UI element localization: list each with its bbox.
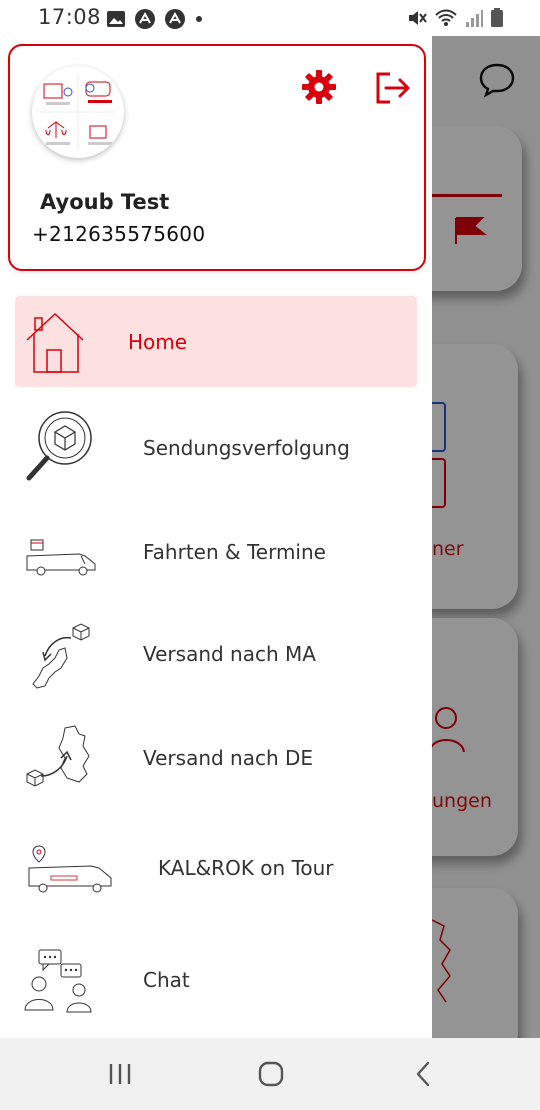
house-icon xyxy=(26,312,84,373)
user-phone: +212635575600 xyxy=(32,222,206,246)
system-nav-bar xyxy=(0,1038,540,1110)
recent-apps-icon[interactable] xyxy=(100,1056,140,1092)
menu-item-chat[interactable]: Chat xyxy=(15,934,417,1025)
gear-icon[interactable] xyxy=(302,70,336,104)
menu-item-versand-ma[interactable]: Versand nach MA xyxy=(15,608,417,699)
truck-location-icon xyxy=(28,845,112,893)
gallery-icon xyxy=(107,11,125,27)
menu-item-label: Chat xyxy=(143,967,190,992)
status-time: 17:08 xyxy=(38,5,102,29)
app-notification-icon xyxy=(135,9,155,29)
van-calendar-icon xyxy=(26,539,96,576)
notification-icons xyxy=(106,8,204,30)
menu-item-label: Versand nach DE xyxy=(143,745,314,770)
battery-icon xyxy=(491,8,503,27)
navigation-drawer: Ayoub Test +212635575600 Home Sendungsve… xyxy=(0,36,432,1038)
system-icons xyxy=(406,8,504,28)
magnifier-package-icon xyxy=(26,411,92,481)
status-bar: 17:08 xyxy=(0,0,540,36)
menu-item-label: Fahrten & Termine xyxy=(143,539,326,564)
menu-item-label: Versand nach MA xyxy=(143,641,316,666)
wifi-icon xyxy=(435,9,457,26)
menu-item-label: KAL&ROK on Tour xyxy=(158,855,334,880)
germany-map-package-icon xyxy=(26,725,90,787)
menu-item-versand-de[interactable]: Versand nach DE xyxy=(15,712,417,803)
signal-icon xyxy=(466,10,483,27)
user-name: Ayoub Test xyxy=(40,190,170,214)
menu-item-home[interactable]: Home xyxy=(15,296,417,387)
more-dot-icon xyxy=(196,16,202,22)
app-logo-icon xyxy=(40,74,116,150)
back-icon[interactable] xyxy=(403,1056,443,1092)
avatar[interactable] xyxy=(32,66,124,158)
chat-people-icon xyxy=(24,949,92,1013)
morocco-map-package-icon xyxy=(32,623,90,689)
home-button-icon[interactable] xyxy=(251,1056,291,1092)
profile-card: Ayoub Test +212635575600 xyxy=(8,44,426,271)
menu-item-fahrten-termine[interactable]: Fahrten & Termine xyxy=(15,506,417,597)
mute-icon xyxy=(409,11,427,25)
menu-item-sendungsverfolgung[interactable]: Sendungsverfolgung xyxy=(15,402,417,493)
app-notification-icon xyxy=(165,9,185,29)
logout-icon[interactable] xyxy=(374,70,412,106)
menu-item-label: Sendungsverfolgung xyxy=(143,435,350,460)
menu-item-label: Home xyxy=(128,329,188,354)
menu-item-on-tour[interactable]: KAL&ROK on Tour xyxy=(15,822,417,913)
